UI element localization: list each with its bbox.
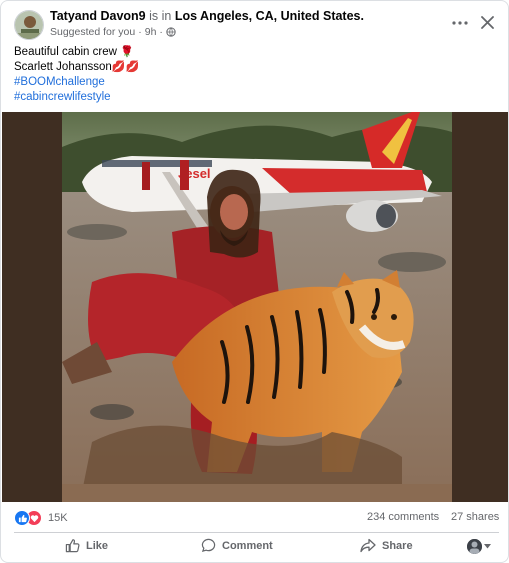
rose-emoji: 🌹 xyxy=(120,46,134,58)
profile-avatar-icon xyxy=(467,539,482,554)
post-image[interactable]: Jesel xyxy=(2,112,508,502)
action-divider xyxy=(14,532,499,533)
location-link[interactable]: Los Angeles, CA, United States. xyxy=(175,9,364,23)
meta-separator: · xyxy=(138,26,142,38)
post-meta: Suggested for you · 9h · xyxy=(50,26,176,38)
post-text: Beautiful cabin crew 🌹 Scarlett Johansso… xyxy=(14,45,139,105)
text-line-1: Beautiful cabin crew 🌹 xyxy=(14,45,139,60)
mention-text: Scarlett Johansson xyxy=(14,61,112,73)
post-header: Tatyand Davon9 is in Los Angeles, CA, Un… xyxy=(1,1,508,41)
like-button[interactable]: Like xyxy=(65,538,108,553)
author-name[interactable]: Tatyand Davon9 xyxy=(50,9,146,23)
photo-scene: Jesel xyxy=(62,112,452,502)
suggested-label: Suggested for you xyxy=(50,26,136,38)
comments-count[interactable]: 234 comments xyxy=(367,511,439,523)
like-reaction-icon xyxy=(14,510,30,526)
share-button[interactable]: Share xyxy=(360,538,413,553)
like-label: Like xyxy=(86,539,109,552)
post-card: Tatyand Davon9 is in Los Angeles, CA, Un… xyxy=(0,0,509,563)
engagement-stats: 15K 234 comments 27 shares xyxy=(1,507,508,527)
close-icon xyxy=(480,15,494,29)
author-line: Tatyand Davon9 is in Los Angeles, CA, Un… xyxy=(50,9,364,23)
kiss-emoji: 💋💋 xyxy=(111,61,140,73)
more-horizontal-icon xyxy=(452,21,468,25)
thumbs-up-icon xyxy=(65,539,80,553)
hide-post-button[interactable] xyxy=(474,9,500,35)
text-line-2: Scarlett Johansson💋💋 xyxy=(14,60,139,75)
share-arrow-icon xyxy=(360,538,376,553)
comment-label: Comment xyxy=(222,539,273,552)
shares-count[interactable]: 27 shares xyxy=(451,511,499,523)
caption-text: Beautiful cabin crew xyxy=(14,46,117,58)
comment-button[interactable]: Comment xyxy=(201,538,273,553)
share-label: Share xyxy=(382,539,413,552)
more-options-button[interactable] xyxy=(447,10,473,36)
reaction-profile-selector[interactable] xyxy=(467,539,491,554)
hashtag-boomchallenge[interactable]: #BOOMchallenge xyxy=(14,76,105,88)
action-bar: Like Comment Share xyxy=(1,534,508,562)
comment-bubble-icon xyxy=(201,538,216,553)
caret-down-icon xyxy=(484,544,491,549)
post-time[interactable]: 9h xyxy=(145,26,157,38)
reaction-summary[interactable]: 15K xyxy=(14,510,68,526)
meta-dot: · xyxy=(159,26,163,38)
author-avatar[interactable] xyxy=(14,10,44,40)
hashtag-cabincrewlifestyle[interactable]: #cabincrewlifestyle xyxy=(14,91,111,103)
globe-icon xyxy=(166,27,176,37)
reaction-count: 15K xyxy=(48,512,68,524)
author-connector: is in xyxy=(145,9,175,23)
